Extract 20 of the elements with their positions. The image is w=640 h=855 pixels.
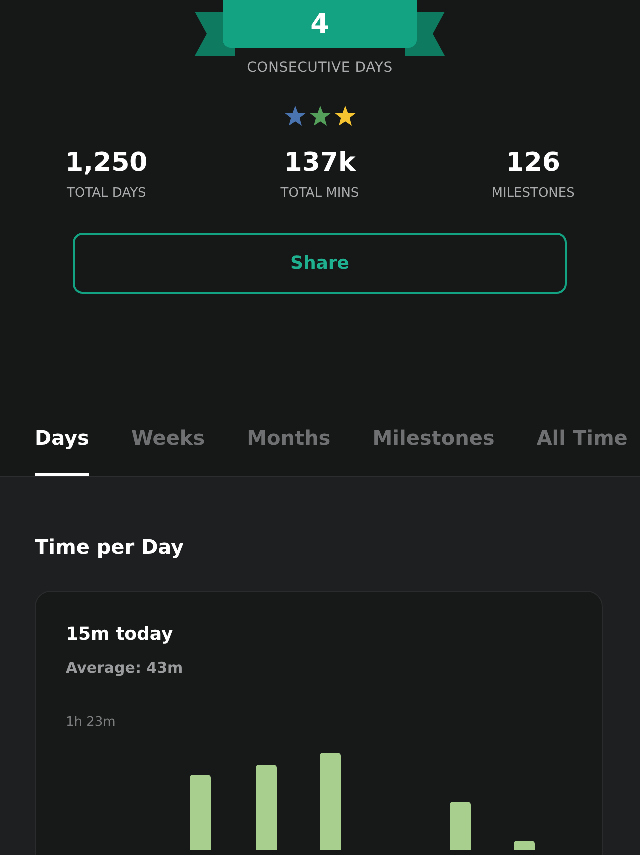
stat-label: TOTAL DAYS xyxy=(67,186,146,201)
section-title: Time per Day xyxy=(35,535,186,559)
stat-value: 1,250 xyxy=(66,148,148,178)
tab[interactable]: Weeks xyxy=(131,400,206,476)
chart-bar xyxy=(450,802,471,850)
axis-label: 1h 23m xyxy=(66,715,117,730)
share-button[interactable]: Share xyxy=(73,233,567,294)
streak-label: CONSECUTIVE DAYS xyxy=(247,60,393,76)
average-text: Average: 43m xyxy=(66,659,184,677)
chart-bar xyxy=(514,841,535,850)
stat-value: 137k xyxy=(284,148,356,178)
tab[interactable]: Months xyxy=(247,400,331,476)
tab[interactable]: Days xyxy=(35,400,90,476)
tab[interactable]: Milestones xyxy=(372,400,495,476)
streak-count: 4 xyxy=(223,0,417,48)
today-headline: 15m today xyxy=(66,624,174,645)
tab[interactable]: All Time xyxy=(536,400,628,476)
stat-value: 126 xyxy=(506,148,560,178)
stat-label: TOTAL MINS xyxy=(280,186,360,201)
stat-label: MILESTONES xyxy=(492,186,575,201)
